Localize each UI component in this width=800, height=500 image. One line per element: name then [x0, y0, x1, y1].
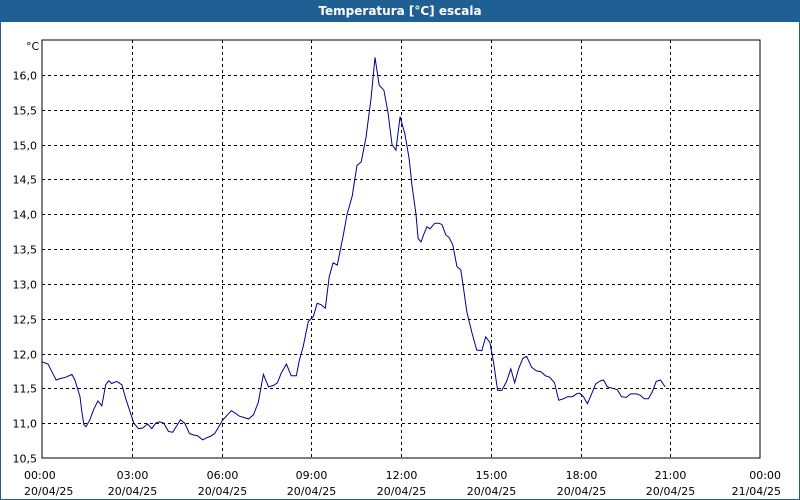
- y-tick-label: 15,0: [13, 140, 38, 153]
- x-tick-date-label: 20/04/25: [646, 485, 695, 498]
- x-tick-date-label: 20/04/25: [287, 485, 336, 498]
- y-tick-label: 16,0: [13, 70, 38, 83]
- x-tick-time-label: 00:00: [749, 469, 781, 482]
- temperature-chart: 10,5 11,0 11,5 12,0 12,5 13,0 13,5 14,0 14,5 15,0…: [13, 39, 781, 498]
- x-tick-time-label: 06:00: [207, 469, 239, 482]
- x-tick-date-label: 20/04/25: [108, 485, 157, 498]
- y-tick-label: 14,5: [13, 174, 38, 187]
- x-tick-time-label: 15:00: [476, 469, 508, 482]
- x-tick-date-label: 20/04/25: [557, 485, 606, 498]
- x-tick-time-label: 21:00: [655, 469, 687, 482]
- y-tick-label: 14,0: [13, 209, 38, 222]
- y-tick-label: 12,0: [13, 349, 38, 362]
- x-tick-date-label: 20/04/25: [377, 485, 426, 498]
- x-tick-time-label: 18:00: [566, 469, 598, 482]
- x-tick-time-label: 00:00: [24, 469, 56, 482]
- x-tick-date-label: 20/04/25: [467, 485, 516, 498]
- x-tick-time-label: 09:00: [296, 469, 328, 482]
- y-tick-label: 11,5: [13, 383, 38, 396]
- y-tick-label: 12,5: [13, 314, 38, 327]
- x-tick-date-label: 20/04/25: [198, 485, 247, 498]
- x-tick-date-label: 20/04/25: [24, 485, 73, 498]
- x-tick-date-label: 21/04/25: [732, 485, 781, 498]
- y-tick-label: 15,5: [13, 105, 38, 118]
- y-axis-unit-label: °C: [26, 40, 40, 53]
- y-tick-label: 13,5: [13, 244, 38, 257]
- x-tick-time-label: 03:00: [117, 469, 149, 482]
- x-tick-time-label: 12:00: [386, 469, 418, 482]
- y-tick-label: 10,5: [13, 453, 38, 466]
- y-tick-label: 13,0: [13, 279, 38, 292]
- y-tick-label: 11,0: [13, 418, 38, 431]
